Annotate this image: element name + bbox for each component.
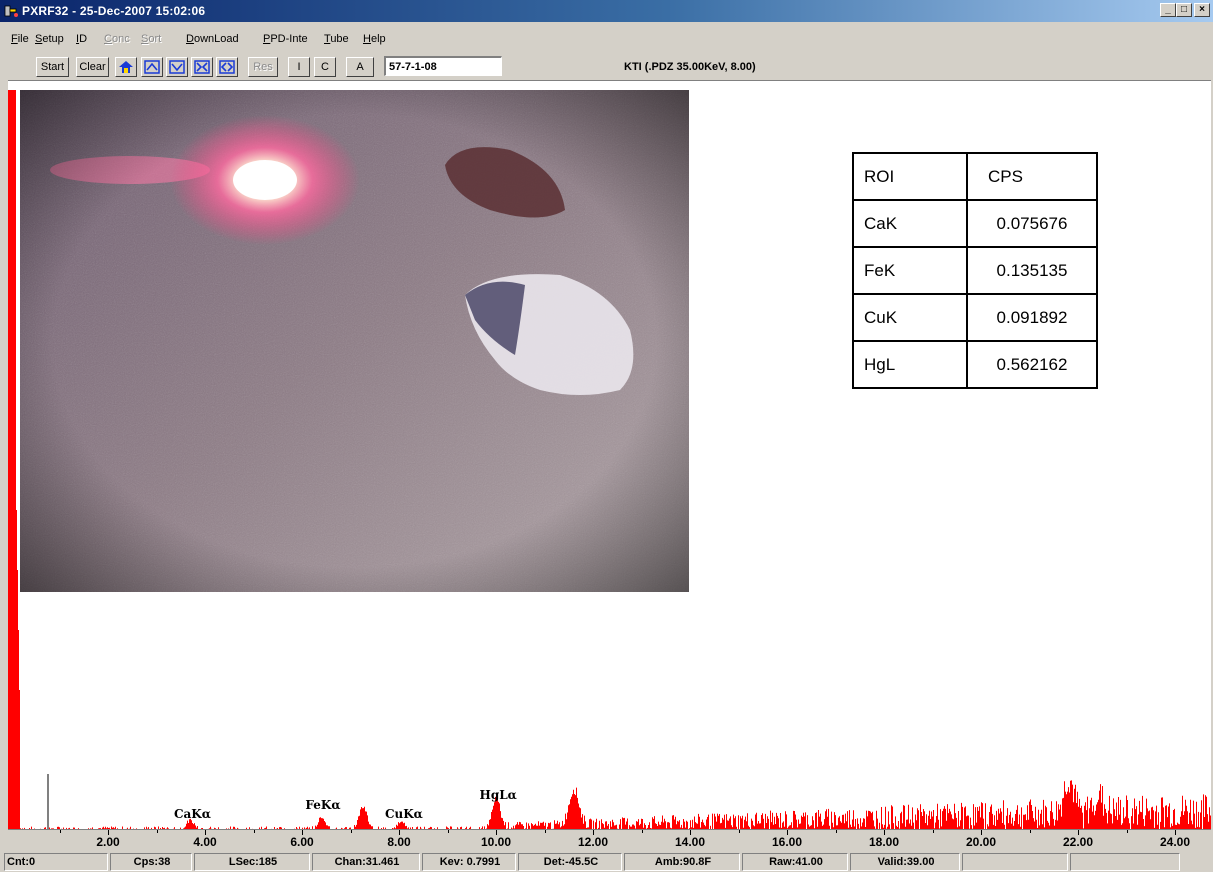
zoom-out-button[interactable] — [216, 57, 238, 77]
maximize-button[interactable]: □ — [1176, 3, 1192, 17]
window-title: PXRF32 - 25-Dec-2007 15:02:06 — [22, 4, 206, 18]
status-kev: Kev: 0.7991 — [422, 853, 516, 871]
scale-down-button[interactable] — [166, 57, 188, 77]
roi-cps: 0.135135 — [966, 246, 1098, 295]
roi-cps: 0.562162 — [966, 340, 1098, 389]
axis-minor-tick — [544, 830, 546, 833]
axis-tick-label: 18.00 — [868, 835, 900, 849]
axis-minor-tick — [835, 830, 837, 833]
roi-name: CuK — [852, 293, 968, 342]
res-button: Res — [248, 57, 278, 77]
sample-id-input[interactable] — [384, 56, 502, 76]
axis-minor-tick — [932, 830, 934, 833]
peak-label: CuKα — [385, 807, 423, 821]
roi-table-header: ROI CPS — [852, 152, 1098, 201]
i-button[interactable]: I — [288, 57, 310, 77]
menu-ppd-inte[interactable]: PPD-Inte — [263, 33, 308, 45]
status-cnt: Cnt:0 — [4, 853, 108, 871]
menu-conc: Conc — [104, 33, 130, 45]
roi-name: FeK — [852, 246, 968, 295]
axis-tick-label: 6.00 — [290, 835, 314, 849]
axis-tick-label: 4.00 — [193, 835, 217, 849]
title-bar[interactable]: PXRF32 - 25-Dec-2007 15:02:06 _ □ × — [0, 0, 1213, 22]
zoom-in-button[interactable] — [191, 57, 213, 77]
menu-id[interactable]: ID — [76, 33, 87, 45]
status-bar: Cnt:0 Cps:38 LSec:185 Chan:31.461 Kev: 0… — [0, 852, 1213, 872]
table-row: FeK 0.135135 — [852, 246, 1098, 295]
axis-tick-label: 14.00 — [674, 835, 706, 849]
axis-tick-label: 24.00 — [1159, 835, 1191, 849]
a-button[interactable]: A — [346, 57, 374, 77]
status-det: Det:-45.5C — [518, 853, 622, 871]
axis-tick-label: 10.00 — [480, 835, 512, 849]
status-lsec: LSec:185 — [194, 853, 310, 871]
peak-label: FeKα — [305, 798, 340, 812]
chevron-up-icon — [144, 60, 160, 74]
axis-minor-tick — [738, 830, 740, 833]
peak-label: HgLα — [480, 788, 517, 802]
c-button[interactable]: C — [314, 57, 336, 77]
home-button[interactable] — [115, 57, 137, 77]
status-raw: Raw:41.00 — [742, 853, 848, 871]
status-chan: Chan:31.461 — [312, 853, 420, 871]
arrows-outward-icon — [219, 60, 235, 74]
roi-table: ROI CPS CaK 0.075676 FeK 0.135135 CuK 0.… — [852, 152, 1098, 389]
status-cps: Cps:38 — [110, 853, 192, 871]
axis-tick-label: 12.00 — [577, 835, 609, 849]
cps-header: CPS — [966, 152, 1098, 201]
roi-cps: 0.091892 — [966, 293, 1098, 342]
table-row: HgL 0.562162 — [852, 340, 1098, 389]
axis-minor-tick — [447, 830, 449, 833]
peak-label: CaKα — [174, 807, 211, 821]
status-amb: Amb:90.8F — [624, 853, 740, 871]
sample-camera-image — [20, 90, 689, 592]
pxrf32-window: PXRF32 - 25-Dec-2007 15:02:06 _ □ × File… — [0, 0, 1213, 872]
menu-bar: File Setup ID Conc Sort DownLoad PPD-Int… — [0, 30, 1213, 48]
tube-info: KTI (.PDZ 35.00KeV, 8.00) — [624, 61, 756, 73]
axis-tick-label: 16.00 — [771, 835, 803, 849]
menu-tube[interactable]: Tube — [324, 33, 349, 45]
status-valid: Valid:39.00 — [850, 853, 960, 871]
arrows-inward-icon — [194, 60, 210, 74]
axis-tick-label: 8.00 — [387, 835, 411, 849]
menu-sort: Sort — [141, 33, 162, 45]
clear-button[interactable]: Clear — [76, 57, 109, 77]
menu-help[interactable]: Help — [363, 33, 386, 45]
start-button[interactable]: Start — [36, 57, 69, 77]
axis-minor-tick — [641, 830, 643, 833]
app-icon — [4, 5, 18, 17]
menu-download[interactable]: DownLoad — [186, 33, 239, 45]
close-button[interactable]: × — [1194, 3, 1210, 17]
table-row: CaK 0.075676 — [852, 199, 1098, 248]
chevron-down-icon — [169, 60, 185, 74]
table-row: CuK 0.091892 — [852, 293, 1098, 342]
menu-file[interactable]: File — [11, 33, 29, 45]
roi-name: HgL — [852, 340, 968, 389]
axis-minor-tick — [1029, 830, 1031, 833]
roi-cps: 0.075676 — [966, 199, 1098, 248]
axis-minor-tick — [1126, 830, 1128, 833]
axis-minor-tick — [350, 830, 352, 833]
home-icon — [119, 61, 133, 73]
axis-tick-label: 22.00 — [1062, 835, 1094, 849]
axis-tick-label: 20.00 — [965, 835, 997, 849]
roi-name: CaK — [852, 199, 968, 248]
status-extra-2 — [1070, 853, 1180, 871]
status-extra-1 — [962, 853, 1068, 871]
menu-setup[interactable]: Setup — [35, 33, 64, 45]
scale-up-button[interactable] — [141, 57, 163, 77]
camera-view — [20, 90, 689, 592]
axis-minor-tick — [253, 830, 255, 833]
roi-header: ROI — [852, 152, 968, 201]
energy-axis: 2.00 4.00 6.00 8.00 10.00 12.00 14.00 16.00 18.0… — [8, 829, 1211, 852]
minimize-button[interactable]: _ — [1160, 3, 1176, 17]
axis-tick-label: 2.00 — [96, 835, 120, 849]
axis-minor-tick — [59, 830, 61, 833]
axis-minor-tick — [156, 830, 158, 833]
